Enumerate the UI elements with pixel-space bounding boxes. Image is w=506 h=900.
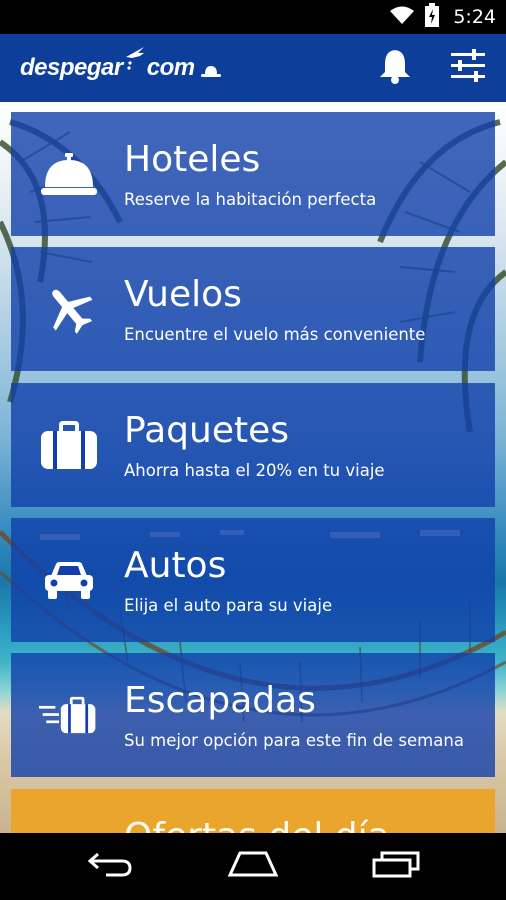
menu-card-autos[interactable]: Autos Elija el auto para su viaje (11, 518, 495, 642)
card-title: Autos (124, 545, 227, 586)
filter-sliders-icon[interactable] (450, 48, 486, 89)
menu-card-vuelos[interactable]: Vuelos Encuentre el vuelo más convenient… (11, 247, 495, 371)
airplane-icon (39, 283, 99, 335)
logo-text-right: com (146, 54, 195, 81)
suitcase-icon (39, 419, 99, 471)
card-subtitle: Su mejor opción para este fin de semana (124, 731, 464, 750)
card-title: Vuelos (124, 274, 242, 315)
card-subtitle: Elija el auto para su viaje (124, 596, 333, 615)
logo-hat-icon (200, 56, 221, 84)
card-title: Escapadas (124, 680, 316, 721)
logo-plane-icon (124, 45, 146, 78)
home-icon[interactable] (226, 849, 280, 884)
battery-charging-icon (425, 2, 440, 32)
menu-card-ofertas[interactable]: Ofertas del día (11, 789, 495, 833)
car-icon (39, 554, 99, 606)
menu-card-hoteles[interactable]: Hoteles Reserve la habitación perfecta (11, 112, 495, 236)
card-subtitle: Encuentre el vuelo más conveniente (124, 325, 426, 344)
menu-card-escapadas[interactable]: Escapadas Su mejor opción para este fin … (11, 653, 495, 777)
menu-card-paquetes[interactable]: Paquetes Ahorra hasta el 20% en tu viaje (11, 383, 495, 507)
back-icon[interactable] (86, 850, 134, 883)
despegar-logo[interactable]: despegar com (20, 46, 221, 84)
card-title: Ofertas del día (124, 819, 390, 834)
card-subtitle: Ahorra hasta el 20% en tu viaje (124, 461, 385, 480)
bell-icon[interactable] (378, 48, 412, 89)
logo-text-left: despegar (20, 54, 123, 81)
card-subtitle: Reserve la habitación perfecta (124, 190, 377, 209)
hotel-bell-icon (39, 148, 99, 200)
wifi-icon (389, 5, 415, 30)
status-bar: 5:24 (0, 0, 506, 34)
app-bar: despegar com (0, 34, 506, 102)
card-title: Paquetes (124, 410, 289, 451)
clock: 5:24 (453, 6, 496, 28)
recents-icon[interactable] (372, 850, 420, 883)
system-nav-bar (0, 833, 506, 900)
fast-suitcase-icon (39, 689, 99, 741)
card-title: Hoteles (124, 139, 261, 180)
